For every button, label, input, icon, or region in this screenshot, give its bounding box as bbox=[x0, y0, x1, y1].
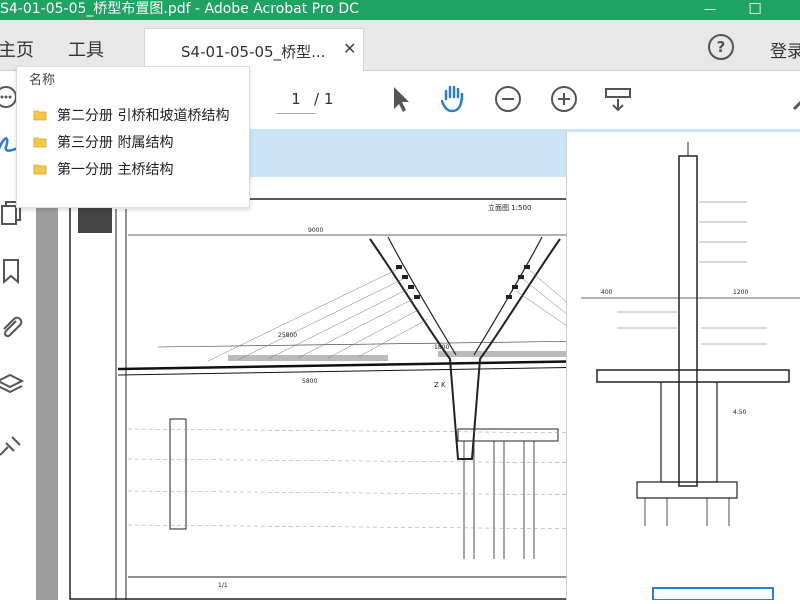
page-number-input[interactable]: 1 bbox=[276, 85, 316, 114]
login-button[interactable]: 登录 bbox=[770, 37, 800, 62]
page-display-icon[interactable] bbox=[602, 83, 634, 115]
bookmarks-panel: 名称 第二分册 引桥和坡道桥结构 第三分册 附属结构 第一分册 主桥结构 bbox=[16, 66, 250, 208]
inset-detail-panel: 400 1200 4.50 bbox=[566, 132, 800, 601]
more-tools-icon[interactable] bbox=[790, 83, 800, 115]
select-cursor-icon[interactable] bbox=[386, 83, 418, 115]
folder-icon bbox=[33, 110, 47, 121]
dim-span-4: 5800 bbox=[302, 378, 317, 385]
inset-label-3: 4.50 bbox=[733, 409, 747, 416]
inset-label-2: 1200 bbox=[733, 289, 748, 296]
tab-tools[interactable]: 工具 bbox=[68, 36, 104, 62]
close-tab-icon[interactable]: ✕ bbox=[343, 39, 356, 58]
tab-document-label: S4-01-05-05_桥型... bbox=[181, 43, 326, 61]
help-icon[interactable]: ? bbox=[708, 34, 734, 60]
bookmarks-header: 名称 bbox=[29, 73, 56, 88]
hand-tool-icon[interactable] bbox=[438, 83, 470, 115]
bookmark-label: 第二分册 引桥和坡道桥结构 bbox=[57, 108, 230, 124]
bookmark-item[interactable]: 第三分册 附属结构 bbox=[33, 132, 173, 154]
folder-icon bbox=[33, 164, 47, 175]
scale-label: 立面图 1:500 bbox=[488, 203, 531, 212]
tools-pen-icon[interactable] bbox=[0, 431, 26, 459]
attachment-icon[interactable] bbox=[0, 313, 26, 341]
page-total: / 1 bbox=[314, 90, 334, 108]
bookmark-item[interactable]: 第二分册 引桥和坡道桥结构 bbox=[33, 105, 229, 127]
inset-label-1: 400 bbox=[601, 289, 613, 296]
minimize-button[interactable]: — bbox=[690, 0, 730, 20]
tower-section-drawing: 400 1200 4.50 bbox=[581, 142, 800, 601]
layers-icon[interactable] bbox=[0, 371, 26, 399]
tab-home[interactable]: 主页 bbox=[0, 36, 34, 62]
dim-span-1: 9000 bbox=[308, 227, 323, 234]
tab-document[interactable]: S4-01-05-05_桥型... ✕ bbox=[144, 28, 364, 71]
bookmark-label: 第一分册 主桥结构 bbox=[57, 162, 174, 178]
maximize-button[interactable]: ☐ bbox=[735, 0, 775, 20]
bookmark-icon[interactable] bbox=[0, 257, 28, 285]
zoom-in-icon[interactable] bbox=[548, 83, 580, 115]
zk-label: Z K bbox=[434, 381, 446, 389]
bookmark-label: 第三分册 附属结构 bbox=[57, 135, 174, 151]
title-bar: S4-01-05-05_桥型布置图.pdf - Adobe Acrobat Pr… bbox=[0, 0, 800, 20]
zoom-out-icon[interactable] bbox=[492, 83, 524, 115]
tab-bar: 主页 工具 S4-01-05-05_桥型... ✕ ? 登录 bbox=[0, 20, 800, 71]
folder-icon bbox=[33, 137, 47, 148]
bookmark-item[interactable]: 第一分册 主桥结构 bbox=[33, 159, 173, 181]
bottom-label-left: 1/1 bbox=[218, 582, 228, 589]
window-title: S4-01-05-05_桥型布置图.pdf - Adobe Acrobat Pr… bbox=[0, 1, 359, 17]
